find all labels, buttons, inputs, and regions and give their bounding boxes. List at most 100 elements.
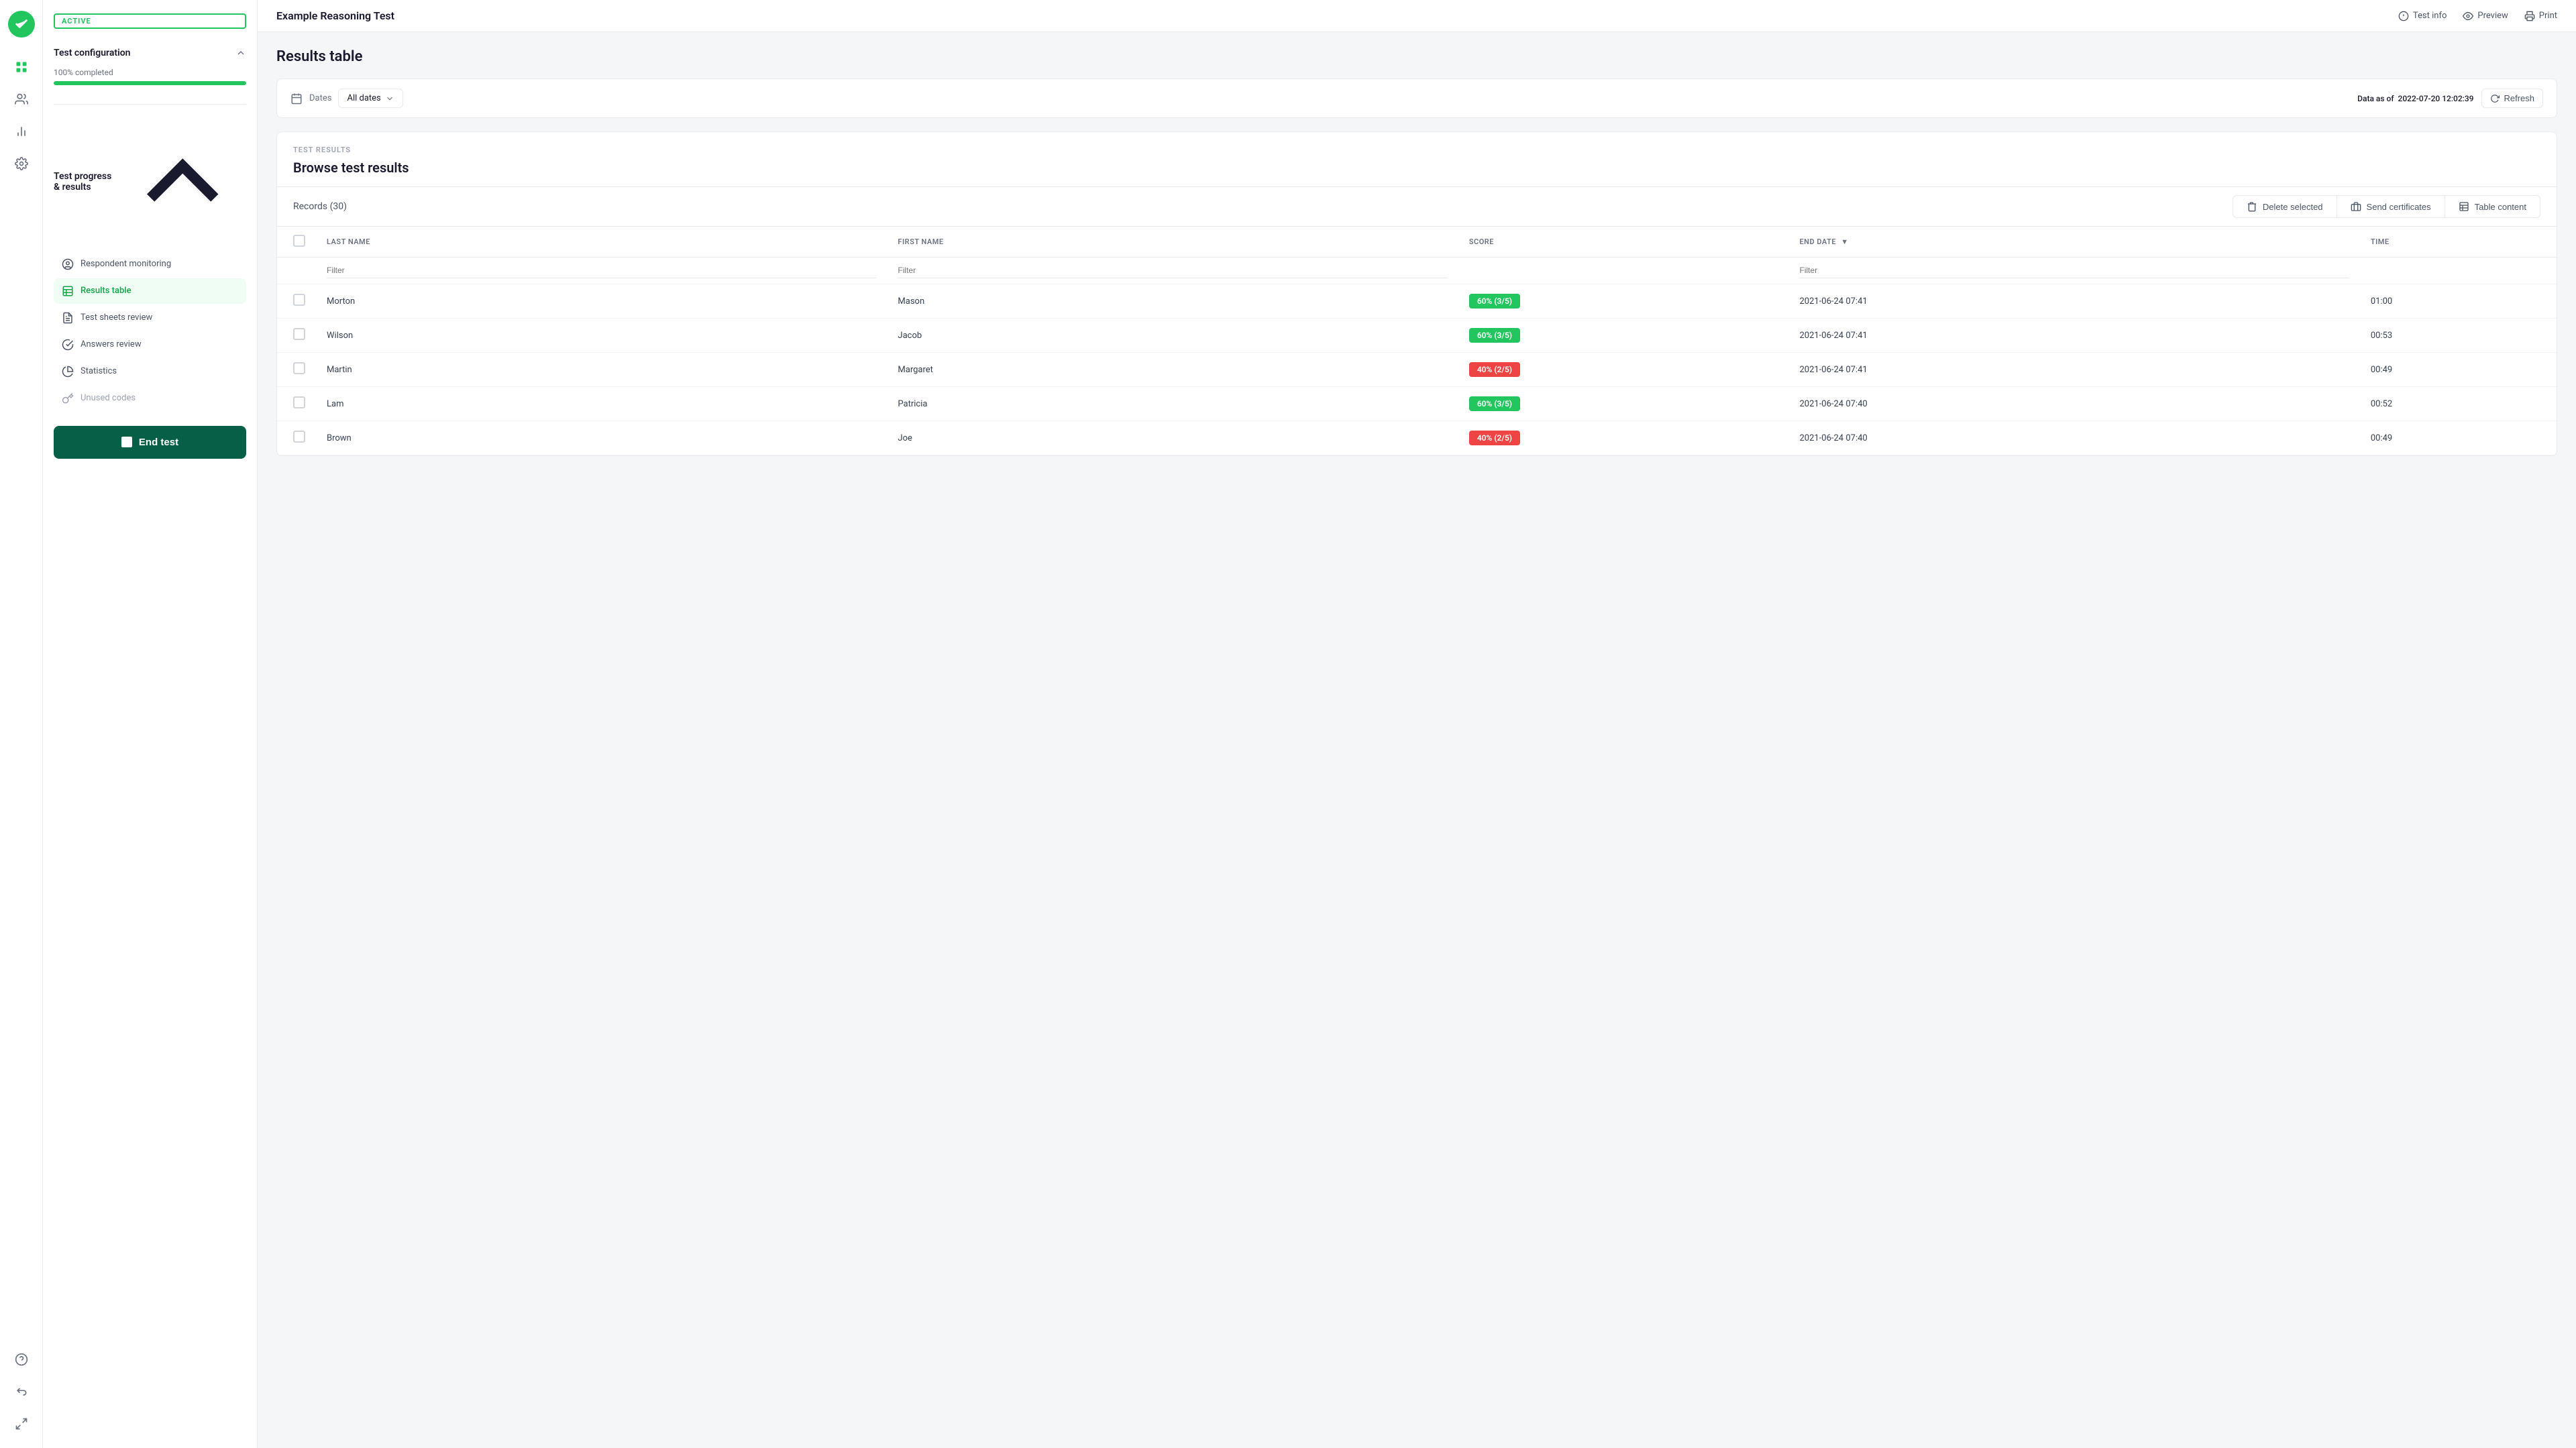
test-config-title: Test configuration [54,48,130,58]
results-card: TEST RESULTS Browse test results Records… [276,131,2557,456]
certificate-icon [2351,201,2361,212]
test-info-label: Test info [2413,11,2447,21]
key-icon [62,392,74,404]
row-end-date: 2021-06-24 07:41 [1788,284,2359,319]
settings-icon[interactable] [8,150,35,177]
row-checkbox-cell[interactable] [277,319,316,353]
row-checkbox-cell[interactable] [277,421,316,455]
refresh-button[interactable]: Refresh [2481,89,2543,108]
preview-action[interactable]: Preview [2463,11,2508,21]
last-name-filter-cell[interactable] [316,258,887,284]
row-checkbox-cell[interactable] [277,387,316,421]
filter-left: Dates All dates [290,89,403,108]
print-action[interactable]: Print [2524,11,2557,21]
row-time: 01:00 [2360,284,2557,319]
end-date-filter-cell[interactable] [1788,258,2359,284]
table-row: Martin Margaret 40% (2/5) 2021-06-24 07:… [277,353,2557,387]
filter-right: Data as of 2022-07-20 12:02:39 Refresh [2357,89,2543,108]
row-score: 60% (3/5) [1458,387,1789,421]
progress-bar-background [54,81,246,85]
toolbar-actions: Delete selected Send certificates Table … [2233,195,2540,218]
row-last-name: Brown [316,421,887,455]
first-name-header[interactable]: FIRST NAME [887,227,1458,258]
end-date-header[interactable]: END DATE ▼ [1788,227,2359,258]
progress-bar-fill [54,81,246,85]
sidebar: ACTIVE Test configuration 100% completed… [43,0,258,1448]
select-all-checkbox[interactable] [293,235,305,247]
sidebar-item-results-table[interactable]: Results table [54,278,246,304]
table-row: Lam Patricia 60% (3/5) 2021-06-24 07:40 … [277,387,2557,421]
sidebar-item-label: Statistics [80,366,117,376]
first-name-filter-cell[interactable] [887,258,1458,284]
filter-checkbox-cell [277,258,316,284]
select-all-header[interactable] [277,227,316,258]
sidebar-item-label: Unused codes [80,393,136,403]
last-name-filter-input[interactable] [327,263,876,278]
row-first-name: Patricia [887,387,1458,421]
back-icon[interactable] [8,1378,35,1405]
row-first-name: Margaret [887,353,1458,387]
data-as-of-label: Data as of [2357,94,2394,103]
analytics-icon[interactable] [8,118,35,145]
last-name-header[interactable]: LAST NAME [316,227,887,258]
row-checkbox[interactable] [293,431,305,443]
table-row: Morton Mason 60% (3/5) 2021-06-24 07:41 … [277,284,2557,319]
users-icon[interactable] [8,86,35,113]
row-first-name: Jacob [887,319,1458,353]
sidebar-item-label: Respondent monitoring [80,259,171,269]
sidebar-item-unused-codes[interactable]: Unused codes [54,386,246,411]
help-icon[interactable] [8,1346,35,1373]
table-content-label: Table content [2475,202,2526,212]
sidebar-item-answers-review[interactable]: Answers review [54,332,246,357]
sidebar-item-test-sheets-review[interactable]: Test sheets review [54,305,246,331]
row-checkbox[interactable] [293,328,305,340]
sidebar-item-respondent-monitoring[interactable]: Respondent monitoring [54,252,246,277]
app-title: Example Reasoning Test [276,9,394,22]
sidebar-item-label: Test sheets review [80,313,152,323]
row-checkbox-cell[interactable] [277,284,316,319]
test-progress-title: Test progress & results [54,171,119,192]
delete-selected-button[interactable]: Delete selected [2233,195,2337,218]
end-date-filter-input[interactable] [1799,263,2349,278]
refresh-icon [2490,94,2500,103]
delete-selected-label: Delete selected [2263,202,2323,212]
monitor-icon [62,258,74,270]
expand-icon[interactable] [8,1410,35,1437]
row-checkbox[interactable] [293,362,305,374]
sidebar-item-statistics[interactable]: Statistics [54,359,246,384]
first-name-filter-input[interactable] [898,263,1447,278]
test-progress-section-header: Test progress & results [54,113,246,252]
progress-section: 100% completed [54,68,246,85]
row-time: 00:53 [2360,319,2557,353]
row-time: 00:49 [2360,421,2557,455]
row-checkbox[interactable] [293,396,305,408]
dates-dropdown[interactable]: All dates [338,89,402,108]
row-time: 00:49 [2360,353,2557,387]
row-checkbox-cell[interactable] [277,353,316,387]
row-checkbox[interactable] [293,294,305,306]
table-body: Morton Mason 60% (3/5) 2021-06-24 07:41 … [277,284,2557,455]
sort-icon: ▼ [1841,237,1848,246]
time-header[interactable]: TIME [2360,227,2557,258]
calendar-icon [290,93,303,105]
send-certificates-button[interactable]: Send certificates [2337,195,2445,218]
table-row: Brown Joe 40% (2/5) 2021-06-24 07:40 00:… [277,421,2557,455]
dates-value: All dates [347,93,380,103]
test-config-section[interactable]: Test configuration [54,42,246,64]
test-info-action[interactable]: Test info [2398,11,2447,21]
chevron-up-icon2[interactable] [119,118,247,246]
score-filter-cell [1458,258,1789,284]
dates-label: Dates [309,93,331,103]
table-content-button[interactable]: Table content [2445,195,2540,218]
content-area: Results table Dates All dates Data as of [258,32,2576,1448]
grid-icon[interactable] [8,54,35,80]
top-bar-actions: Test info Preview Print [2398,11,2557,21]
app-logo[interactable] [8,11,35,38]
score-header[interactable]: SCORE [1458,227,1789,258]
stop-icon [121,437,132,447]
row-end-date: 2021-06-24 07:41 [1788,353,2359,387]
end-test-button[interactable]: End test [54,426,246,459]
row-score: 60% (3/5) [1458,284,1789,319]
row-score: 40% (2/5) [1458,353,1789,387]
records-count: Records (30) [293,201,347,212]
